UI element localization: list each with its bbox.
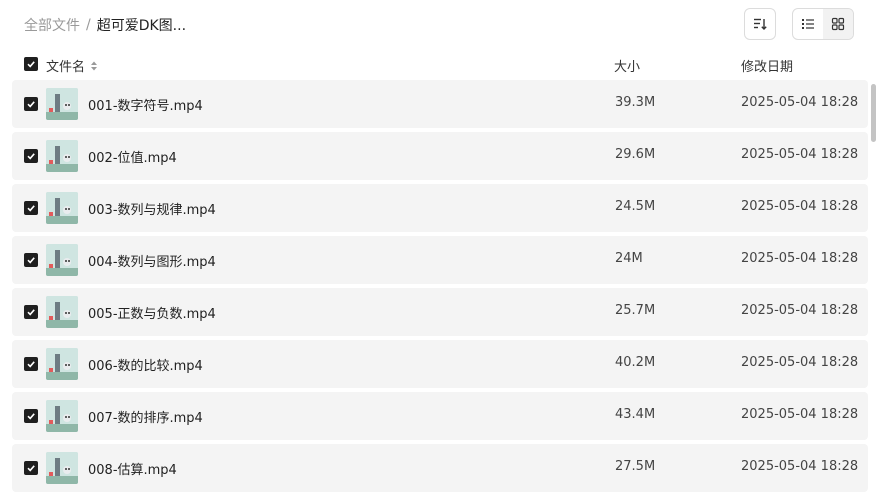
grid-view-button[interactable] (823, 9, 853, 39)
video-thumbnail (46, 244, 78, 276)
file-checkbox[interactable] (24, 461, 38, 475)
video-thumbnail-icon (46, 192, 78, 224)
file-size: 24.5M (615, 199, 656, 214)
video-thumbnail-icon (46, 348, 78, 380)
file-checkbox[interactable] (24, 253, 38, 267)
video-thumbnail-icon (46, 400, 78, 432)
file-name[interactable]: 004-数列与图形.mp4 (88, 251, 216, 270)
file-modified-date: 2025-05-04 18:28 (741, 199, 859, 214)
checkmark-icon (27, 101, 35, 108)
video-thumbnail (46, 88, 78, 120)
file-size: 27.5M (615, 459, 656, 474)
video-thumbnail (46, 192, 78, 224)
checkmark-icon (27, 153, 35, 160)
file-modified-date: 2025-05-04 18:28 (741, 303, 859, 318)
date-column-header[interactable]: 修改日期 (741, 56, 793, 75)
video-thumbnail-icon (46, 296, 78, 328)
name-column-header[interactable]: 文件名 (46, 56, 99, 75)
scrollbar-thumb[interactable] (871, 84, 876, 142)
file-row[interactable]: 006-数的比较.mp4 40.2M 2025-05-04 18:28 (12, 340, 868, 388)
file-size: 43.4M (615, 407, 656, 422)
file-modified-date: 2025-05-04 18:28 (741, 355, 859, 370)
size-column-header[interactable]: 大小 (614, 56, 640, 75)
file-name[interactable]: 007-数的排序.mp4 (88, 407, 203, 426)
select-all-checkbox[interactable] (24, 57, 38, 71)
checkmark-icon (27, 361, 35, 368)
file-size: 40.2M (615, 355, 656, 370)
breadcrumb-separator: / (86, 17, 91, 33)
file-row[interactable]: 001-数字符号.mp4 39.3M 2025-05-04 18:28 (12, 80, 868, 128)
sort-button[interactable] (744, 8, 776, 40)
file-list: 001-数字符号.mp4 39.3M 2025-05-04 18:28 002-… (12, 80, 868, 495)
file-row[interactable]: 002-位值.mp4 29.6M 2025-05-04 18:28 (12, 132, 868, 180)
checkmark-icon (27, 257, 35, 264)
file-modified-date: 2025-05-04 18:28 (741, 251, 859, 266)
video-thumbnail (46, 348, 78, 380)
file-row[interactable]: 003-数列与规律.mp4 24.5M 2025-05-04 18:28 (12, 184, 868, 232)
file-checkbox[interactable] (24, 305, 38, 319)
file-name[interactable]: 001-数字符号.mp4 (88, 95, 203, 114)
file-modified-date: 2025-05-04 18:28 (741, 147, 859, 162)
sort-descending-icon (754, 18, 767, 30)
file-checkbox[interactable] (24, 149, 38, 163)
view-toggle (792, 8, 854, 40)
file-modified-date: 2025-05-04 18:28 (741, 95, 859, 110)
file-checkbox[interactable] (24, 357, 38, 371)
grid-view-icon (831, 17, 845, 31)
file-row[interactable]: 004-数列与图形.mp4 24M 2025-05-04 18:28 (12, 236, 868, 284)
video-thumbnail (46, 452, 78, 484)
video-thumbnail (46, 140, 78, 172)
file-row[interactable]: 005-正数与负数.mp4 25.7M 2025-05-04 18:28 (12, 288, 868, 336)
video-thumbnail-icon (46, 452, 78, 484)
video-thumbnail (46, 296, 78, 328)
list-view-icon (802, 19, 814, 29)
file-row[interactable]: 008-估算.mp4 27.5M 2025-05-04 18:28 (12, 444, 868, 492)
file-name[interactable]: 002-位值.mp4 (88, 147, 177, 166)
breadcrumb: 全部文件 / 超可爱DK图... (24, 15, 186, 35)
checkmark-icon (27, 309, 35, 316)
breadcrumb-current-folder: 超可爱DK图... (96, 18, 187, 34)
file-modified-date: 2025-05-04 18:28 (741, 407, 859, 422)
file-name[interactable]: 008-估算.mp4 (88, 459, 177, 478)
file-checkbox[interactable] (24, 409, 38, 423)
file-checkbox[interactable] (24, 97, 38, 111)
top-bar: 全部文件 / 超可爱DK图... (0, 0, 878, 48)
file-list-header: 文件名 大小 修改日期 (0, 50, 878, 78)
file-row[interactable]: 007-数的排序.mp4 43.4M 2025-05-04 18:28 (12, 392, 868, 440)
name-column-label: 文件名 (46, 60, 86, 75)
checkmark-icon (27, 205, 35, 212)
list-view-button[interactable] (793, 9, 823, 39)
file-name[interactable]: 005-正数与负数.mp4 (88, 303, 216, 322)
breadcrumb-root-link[interactable]: 全部文件 (24, 15, 80, 35)
video-thumbnail-icon (46, 140, 78, 172)
checkmark-icon (27, 61, 35, 68)
checkmark-icon (27, 465, 35, 472)
file-size: 39.3M (615, 95, 656, 110)
file-size: 29.6M (615, 147, 656, 162)
file-modified-date: 2025-05-04 18:28 (741, 459, 859, 474)
file-size: 24M (615, 251, 643, 266)
file-name[interactable]: 006-数的比较.mp4 (88, 355, 203, 374)
video-thumbnail (46, 400, 78, 432)
video-thumbnail-icon (46, 244, 78, 276)
file-checkbox[interactable] (24, 201, 38, 215)
sort-toggle-icon (91, 61, 98, 70)
file-size: 25.7M (615, 303, 656, 318)
file-name[interactable]: 003-数列与规律.mp4 (88, 199, 216, 218)
checkmark-icon (27, 413, 35, 420)
video-thumbnail-icon (46, 88, 78, 120)
